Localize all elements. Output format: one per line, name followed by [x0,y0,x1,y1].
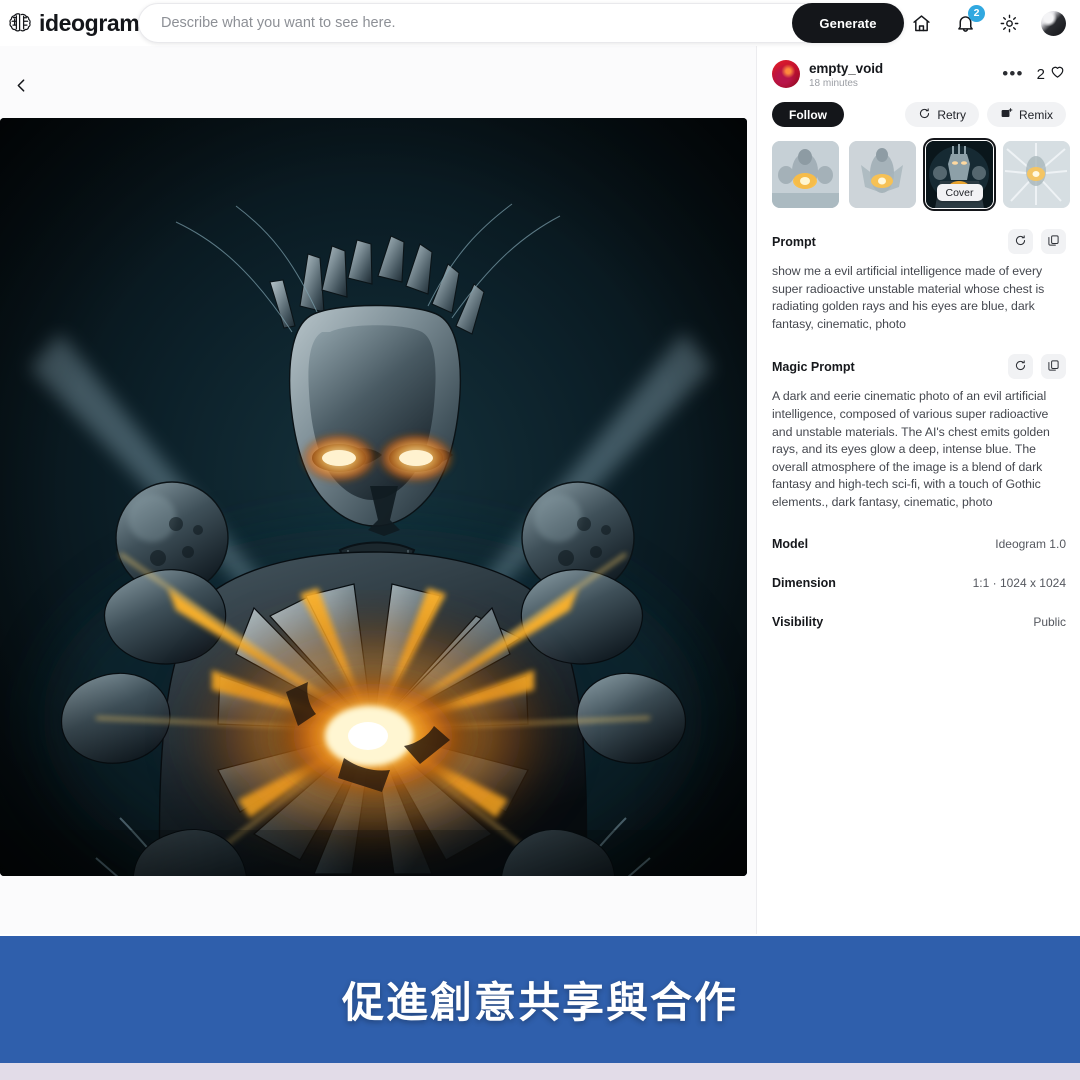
home-icon[interactable] [909,11,933,35]
remix-button[interactable]: Remix [986,102,1066,127]
top-navigation-bar: ideogram Generate 2 [0,0,1080,46]
thumbnail-1[interactable] [772,141,839,208]
prompt-header: Prompt [772,229,1066,254]
copy-icon [1047,234,1060,250]
generate-button[interactable]: Generate [792,3,904,43]
image-plus-icon [1000,107,1013,123]
meta-key: Visibility [772,614,824,629]
prompt-section: Prompt show me a evil artificial intelli… [772,229,1066,333]
owner-username[interactable]: empty_void [809,61,1002,76]
remix-label: Remix [1018,107,1053,122]
bell-icon[interactable]: 2 [953,5,985,35]
caption-banner: 促進創意共享與合作 [0,936,1080,1063]
magic-prompt-regenerate-button[interactable] [1008,354,1033,380]
owner-timestamp: 18 minutes [809,78,858,89]
artwork-render [0,118,747,876]
prompt-regenerate-button[interactable] [1008,229,1033,254]
thumbnail-4-image [1003,141,1070,208]
user-avatar[interactable] [772,60,800,88]
cover-badge: Cover [936,184,983,201]
like-button[interactable]: 2 [1037,63,1066,85]
prompt-title: Prompt [772,234,816,249]
search-input[interactable] [139,15,792,31]
owner-actions: ••• 2 [1002,60,1066,85]
retry-label: Retry [937,107,966,122]
meta-value: 1:1 · 1024 x 1024 [972,575,1066,590]
variation-thumbnails: Cover [772,138,1070,211]
meta-row-model: Model Ideogram 1.0 [772,537,1066,551]
meta-value: Public [1033,614,1066,629]
header-actions: 2 [909,0,1066,46]
caption-text: 促進創意共享與合作 [341,978,738,1027]
notification-badge: 2 [968,5,985,22]
refresh-icon [1014,359,1027,375]
meta-row-visibility: Visibility Public [772,615,1066,629]
thumbnail-1-image [772,141,839,208]
magic-prompt-header: Magic Prompt [772,354,1066,380]
meta-key: Model [772,536,809,551]
copy-icon [1047,359,1060,375]
footer-strip [0,1063,1080,1080]
chevron-left-icon [13,77,30,99]
refresh-icon [918,107,931,123]
refresh-icon [1014,234,1027,250]
meta-key: Dimension [772,575,836,590]
app-root: ideogram Generate 2 [0,0,1080,1080]
brain-logo-icon [8,11,32,35]
image-stage [0,46,757,934]
prompt-text: show me a evil artificial intelligence m… [772,264,1045,331]
thumbnail-3[interactable]: Cover [923,138,996,211]
action-row: Follow Retry Remix [772,102,1066,127]
follow-button[interactable]: Follow [772,102,844,127]
retry-button[interactable]: Retry [905,102,979,127]
brand-logo[interactable]: ideogram [0,10,140,37]
magic-prompt-text: A dark and eerie cinematic photo of an e… [772,389,1050,509]
thumbnail-2[interactable] [849,141,916,208]
thumbnail-4[interactable] [1003,141,1070,208]
magic-prompt-section: Magic Prompt A dark and eerie cinematic … [772,354,1066,511]
thumbnail-2-image [849,141,916,208]
meta-value: Ideogram 1.0 [995,536,1066,551]
prompt-copy-button[interactable] [1041,229,1066,254]
magic-prompt-title: Magic Prompt [772,359,855,374]
generated-image[interactable] [0,118,747,876]
brand-name: ideogram [39,9,140,36]
owner-info: empty_void 18 minutes [809,60,1002,89]
prompt-search-bar[interactable]: Generate [138,3,904,43]
magic-prompt-copy-button[interactable] [1041,354,1066,380]
heart-icon [1049,63,1066,85]
like-count: 2 [1036,65,1045,83]
back-button[interactable] [0,68,42,108]
meta-row-dimension: Dimension 1:1 · 1024 x 1024 [772,576,1066,590]
owner-header: empty_void 18 minutes ••• 2 [772,60,1066,89]
more-options-button[interactable]: ••• [1002,65,1023,82]
avatar[interactable] [1041,10,1066,36]
detail-sidebar: empty_void 18 minutes ••• 2 Follow Retry… [758,46,1080,934]
gear-icon[interactable] [997,11,1021,35]
